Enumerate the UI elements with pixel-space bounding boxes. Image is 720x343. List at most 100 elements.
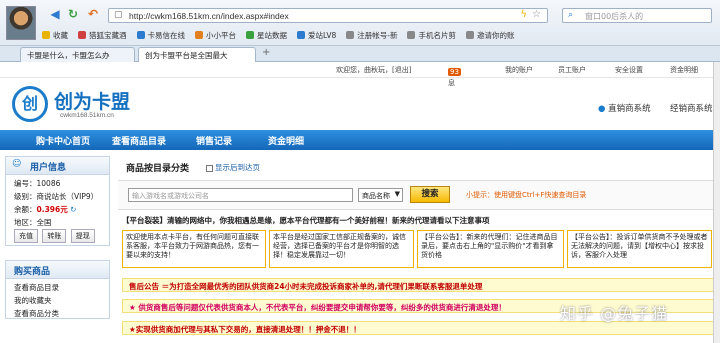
sort-checkbox[interactable]: 显示后到达页 bbox=[206, 162, 260, 173]
notice-card: 【平台公告】：投诉订单供货商不予处理或者无法解决的问题，请到【增权中心】按求投诉… bbox=[567, 230, 712, 268]
user-info-title: 用户信息 bbox=[30, 163, 67, 173]
nav-catalog[interactable]: 查看商品目录 bbox=[112, 134, 166, 147]
page-icon: ▢ bbox=[114, 10, 123, 20]
page-icon bbox=[465, 31, 474, 39]
bookmark-item[interactable]: 爱站LV8 bbox=[297, 28, 336, 42]
main-nav: 购卡中心首页 查看商品目录 销售记录 资金明细 bbox=[0, 130, 720, 150]
keyword-input[interactable]: 输入游戏名或游戏公司名 bbox=[128, 188, 353, 202]
star-icon bbox=[42, 31, 50, 39]
browser-toolbar: ◀ ↻ ↶ ▢ http://cwkm168.51km.cn/index.asp… bbox=[0, 0, 720, 46]
search-tip: 小提示：使用键盘Ctrl+F快速查询目录 bbox=[466, 191, 587, 199]
refresh-icon[interactable]: ↻ bbox=[70, 205, 76, 214]
section-title: 商品按目录分类 bbox=[126, 164, 190, 174]
direct-seller-link[interactable]: ● 直销商系统 bbox=[598, 102, 651, 114]
tab-label: 创为卡盟平台是全国最大 bbox=[145, 51, 228, 60]
recharge-button[interactable]: 充值 bbox=[14, 229, 38, 243]
undo-icon[interactable]: ↶ bbox=[86, 7, 100, 21]
page-icon bbox=[407, 31, 416, 39]
browser-tab-active[interactable]: 创为卡盟平台是全国最大 bbox=[138, 47, 256, 62]
site-icon bbox=[297, 31, 305, 39]
bookmark-item[interactable]: 手机名片剪 bbox=[407, 28, 456, 42]
direct-seller-label: 直销商系统 bbox=[608, 104, 651, 114]
tab-label: 卡盟是什么，卡盟怎么办 bbox=[27, 51, 110, 60]
select-value: 商品名称 bbox=[362, 192, 390, 200]
site-header: 创 创为卡盟 cwkm168.51km.cn ● 直销商系统 经销商系统 bbox=[0, 80, 720, 128]
top-link-security[interactable]: 安全设置 bbox=[615, 65, 643, 75]
row-label: 编号： bbox=[14, 179, 37, 188]
row-label: 余额： bbox=[14, 205, 37, 214]
sidebar: ☺ 用户信息 编号：10086 级别：商说站长（VIP9） 余额：0.396元 … bbox=[5, 156, 110, 343]
search-type-select[interactable]: 商品名称 ▼ bbox=[358, 188, 403, 202]
top-link-staff[interactable]: 员工账户 bbox=[558, 65, 586, 75]
site-icon bbox=[195, 31, 203, 39]
nav-home[interactable]: 购卡中心首页 bbox=[36, 134, 90, 147]
notice-card: 欢迎使用本点卡平台，有任何问题可直接联系客服，本平台致力于网游商品热，您有一要以… bbox=[122, 230, 266, 268]
page-icon bbox=[346, 31, 355, 39]
notice-heading: 【平台裂装】清输的网络中，你我相遇总是缘，愿本平台代理都有一个美好前程！新来的代… bbox=[122, 216, 490, 225]
watermark-text: 知乎 @兔子猫 bbox=[560, 304, 669, 323]
bookmark-label: 星站数据 bbox=[257, 30, 287, 40]
messages-count-badge: 93 bbox=[448, 68, 461, 76]
menu-item-catalog[interactable]: 查看商品目录 bbox=[6, 279, 109, 292]
withdraw-button[interactable]: 提现 bbox=[70, 229, 95, 243]
welcome-text[interactable]: 欢迎您，曲秋玩，[退出] bbox=[336, 65, 411, 75]
bookmark-item[interactable]: 收藏 bbox=[42, 28, 68, 42]
purchase-heading: 购买商品 bbox=[6, 261, 109, 279]
region-value: 全国 bbox=[36, 218, 52, 227]
user-info-heading: ☺ 用户信息 bbox=[6, 157, 109, 175]
bookmark-item[interactable]: 猎狐宝藏酒 bbox=[78, 28, 127, 42]
top-link-account[interactable]: 我的账户 bbox=[505, 65, 533, 75]
nav-funds[interactable]: 资金明细 bbox=[268, 134, 304, 147]
bookmark-item[interactable]: 星站数据 bbox=[246, 28, 287, 42]
site-icon bbox=[136, 31, 145, 39]
bookmark-item[interactable]: 邀请你的账 bbox=[465, 28, 515, 42]
user-avatar[interactable] bbox=[6, 6, 36, 40]
menu-item-categories[interactable]: 查看商品分类 bbox=[6, 305, 109, 318]
bookmark-label: 猎狐宝藏酒 bbox=[89, 30, 127, 40]
user-id-value: 10086 bbox=[36, 179, 61, 188]
row-label: 地区： bbox=[14, 218, 37, 227]
refresh-icon[interactable]: ↻ bbox=[66, 7, 80, 21]
bookmark-label: 邀请你的账 bbox=[476, 30, 515, 40]
user-level-row: 级别：商说站长（VIP9） bbox=[6, 188, 109, 201]
user-info-panel: ☺ 用户信息 编号：10086 级别：商说站长（VIP9） 余额：0.396元 … bbox=[5, 156, 110, 246]
browser-tab[interactable]: 卡盟是什么，卡盟怎么办 bbox=[20, 47, 135, 62]
bookmark-label: 爱站LV8 bbox=[308, 30, 337, 40]
user-level-value: 商说站长（VIP9） bbox=[36, 192, 99, 201]
lightning-icon[interactable]: ϟ bbox=[520, 9, 527, 20]
bookmark-label: 注册帐号-新 bbox=[357, 30, 398, 40]
balance-row: 余额：0.396元 ↻ bbox=[6, 201, 109, 214]
bookmark-item[interactable]: 卡易信在线 bbox=[136, 28, 186, 42]
bookmark-item[interactable]: 注册帐号-新 bbox=[346, 28, 397, 42]
bullet-icon: ● bbox=[598, 104, 606, 114]
checkbox-icon bbox=[206, 164, 213, 172]
site-icon bbox=[78, 31, 86, 39]
new-tab-icon[interactable]: + bbox=[262, 47, 270, 58]
page-scrollbar[interactable] bbox=[713, 62, 720, 343]
bookmarks-bar: 收藏 猎狐宝藏酒 卡易信在线 小小平台 星站数据 爱站LV8 注册帐号-新 手机… bbox=[42, 28, 514, 42]
nav-sales[interactable]: 销售记录 bbox=[196, 134, 232, 147]
user-id-row: 编号：10086 bbox=[6, 175, 109, 188]
bookmark-item[interactable]: 小小平台 bbox=[195, 28, 236, 42]
transfer-button[interactable]: 转账 bbox=[42, 229, 67, 243]
bookmark-label: 卡易信在线 bbox=[147, 30, 186, 40]
bookmark-label: 收藏 bbox=[53, 30, 68, 40]
back-icon[interactable]: ◀ bbox=[48, 7, 62, 21]
chevron-down-icon: ▼ bbox=[394, 190, 400, 198]
user-icon: ☺ bbox=[12, 159, 22, 169]
search-button[interactable]: 搜索 bbox=[410, 186, 450, 203]
after-sale-notice: 售后公告 ＝为打造全网最优秀的团队供货商24小时未完成投诉商家补单的,请代理们果… bbox=[122, 278, 718, 292]
logo-icon[interactable]: 创 bbox=[12, 86, 48, 122]
site-top-links: 欢迎您，曲秋玩，[退出] ✉ 消息 93 我的账户 员工账户 安全设置 资金明细 bbox=[0, 62, 720, 87]
address-bar[interactable]: ▢ http://cwkm168.51km.cn/index.aspx#inde… bbox=[108, 8, 548, 23]
browser-search-input[interactable]: ⌕ 窗口00后杀人的 bbox=[562, 8, 712, 23]
purchase-panel: 购买商品 查看商品目录 我的收藏夹 查看商品分类 bbox=[5, 260, 110, 319]
notice-card: 【平台公告】：新来的代理们：记住进商品目录后，要点击右上角的"显示购价"才看到拿… bbox=[417, 230, 564, 268]
menu-item-favorites[interactable]: 我的收藏夹 bbox=[6, 292, 109, 305]
star-icon[interactable]: ☆ bbox=[532, 9, 541, 20]
search-row: 输入游戏名或游戏公司名 商品名称 ▼ 搜索 小提示：使用键盘Ctrl+F快速查询目… bbox=[118, 180, 718, 210]
top-link-funds[interactable]: 资金明细 bbox=[670, 65, 698, 75]
distributor-link[interactable]: 经销商系统 bbox=[670, 102, 713, 114]
tab-bar: 卡盟是什么，卡盟怎么办 创为卡盟平台是全国最大 + bbox=[0, 46, 720, 62]
site-subtitle: cwkm168.51km.cn bbox=[60, 112, 114, 119]
